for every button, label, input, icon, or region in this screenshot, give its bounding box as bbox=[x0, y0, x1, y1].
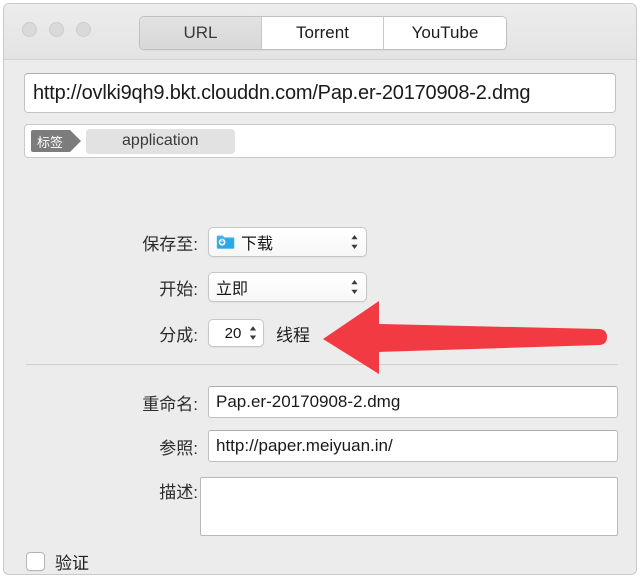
minimize-button-icon[interactable] bbox=[49, 22, 64, 37]
tag-row: 标签 application bbox=[24, 124, 616, 158]
close-button-icon[interactable] bbox=[22, 22, 37, 37]
source-type-segmented-control: URL Torrent YouTube bbox=[139, 16, 507, 50]
description-textarea[interactable] bbox=[200, 477, 618, 536]
referer-row: 参照: http://paper.meiyuan.in/ bbox=[116, 430, 618, 462]
description-label: 描述: bbox=[159, 483, 198, 502]
start-label: 开始: bbox=[159, 279, 198, 299]
tag-pill-application[interactable]: application bbox=[86, 128, 235, 154]
tag-badge: 标签 bbox=[31, 130, 82, 152]
split-suffix-label: 线程 bbox=[276, 325, 310, 345]
tab-torrent[interactable]: Torrent bbox=[262, 17, 384, 49]
downloads-folder-icon bbox=[216, 235, 235, 249]
tab-youtube[interactable]: YouTube bbox=[384, 17, 506, 49]
tab-url[interactable]: URL bbox=[140, 17, 262, 49]
start-dropdown[interactable]: 立即 bbox=[208, 272, 367, 302]
title-bar: URL Torrent YouTube bbox=[4, 4, 636, 60]
traffic-lights bbox=[22, 22, 91, 37]
section-divider bbox=[26, 364, 618, 365]
split-row: 分成: 20 线程 bbox=[116, 319, 310, 347]
zoom-button-icon[interactable] bbox=[76, 22, 91, 37]
description-label-row: 描述: bbox=[116, 478, 198, 503]
save-to-label: 保存至: bbox=[142, 234, 198, 254]
split-stepper[interactable]: 20 bbox=[208, 319, 264, 347]
url-row: http://ovlki9qh9.bkt.clouddn.com/Pap.er-… bbox=[24, 73, 616, 113]
download-dialog-window: URL Torrent YouTube http://ovlki9qh9.bkt… bbox=[3, 3, 637, 575]
rename-label: 重命名: bbox=[142, 394, 198, 414]
verify-checkbox-label: 验证 bbox=[55, 554, 89, 573]
verify-checkbox-row[interactable]: 验证 bbox=[26, 549, 89, 574]
chevron-up-down-icon bbox=[351, 280, 358, 294]
chevron-up-down-icon bbox=[351, 235, 358, 249]
save-to-row: 保存至: 下载 bbox=[116, 227, 367, 257]
start-row: 开始: 立即 bbox=[116, 272, 367, 302]
verify-checkbox[interactable] bbox=[26, 552, 45, 571]
save-to-value: 下载 bbox=[241, 236, 274, 253]
referer-input[interactable]: http://paper.meiyuan.in/ bbox=[208, 430, 618, 462]
rename-row: 重命名: Pap.er-20170908-2.dmg bbox=[116, 386, 618, 418]
start-value: 立即 bbox=[216, 281, 249, 298]
url-input[interactable]: http://ovlki9qh9.bkt.clouddn.com/Pap.er-… bbox=[24, 73, 616, 113]
rename-input[interactable]: Pap.er-20170908-2.dmg bbox=[208, 386, 618, 418]
referer-label: 参照: bbox=[159, 438, 198, 458]
save-to-dropdown[interactable]: 下载 bbox=[208, 227, 367, 257]
stepper-up-down-icon[interactable] bbox=[248, 325, 258, 342]
tag-input[interactable]: 标签 application bbox=[24, 124, 616, 158]
split-label: 分成: bbox=[159, 325, 198, 345]
